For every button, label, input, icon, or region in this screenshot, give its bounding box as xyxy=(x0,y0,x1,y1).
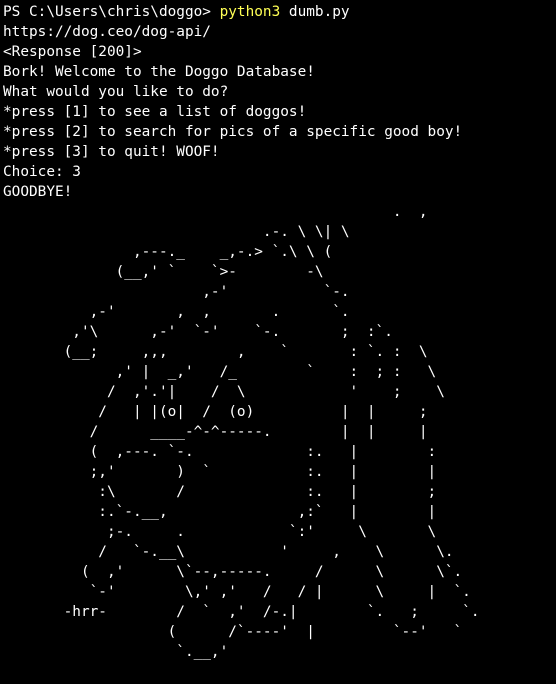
prompt-line: PS C:\Users\chris\doggo> python3 dumb.py xyxy=(3,2,556,22)
output-line: What would you like to do? xyxy=(3,84,229,100)
output-line: Bork! Welcome to the Doggo Database! xyxy=(3,64,315,80)
output-line: Choice: 3 xyxy=(3,164,81,180)
output-line: *press [2] to search for pics of a speci… xyxy=(3,124,463,140)
command-args: dumb.py xyxy=(280,4,350,20)
output-line: GOODBYE! xyxy=(3,184,73,200)
output-line: *press [1] to see a list of doggos! xyxy=(3,104,307,120)
prompt-path: PS C:\Users\chris\doggo> xyxy=(3,4,220,20)
output-line: *press [3] to quit! WOOF! xyxy=(3,144,220,160)
dog-ascii-art: . , .-. \ \| \ ,---._ _,-.> `.\ \ ( (__,… xyxy=(63,204,480,660)
terminal-window[interactable]: PS C:\Users\chris\doggo> python3 dumb.py… xyxy=(0,0,556,684)
output-line: https://dog.ceo/dog-api/ xyxy=(3,24,211,40)
command-program: python3 xyxy=(219,4,281,20)
output-line: <Response [200]> xyxy=(3,44,142,60)
